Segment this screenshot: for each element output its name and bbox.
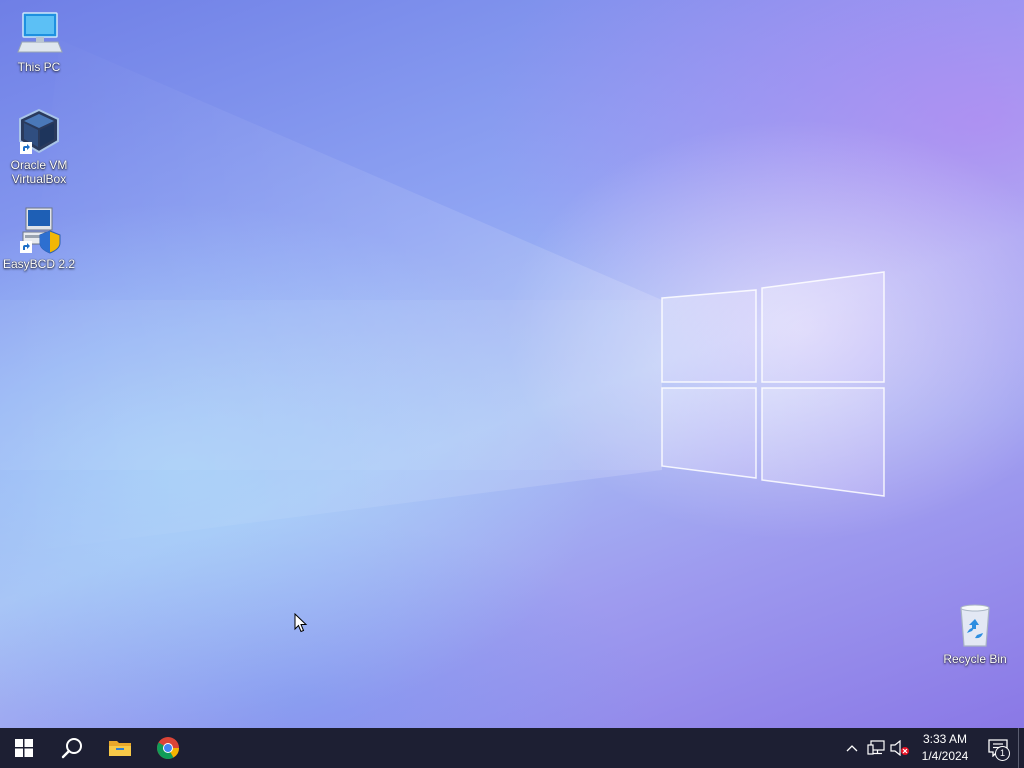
volume-button[interactable] (888, 728, 912, 768)
desktop-icon-label: Recycle Bin (943, 652, 1007, 666)
recycle-bin-icon (950, 600, 1000, 650)
windows-logo-icon (15, 739, 33, 757)
mouse-cursor-icon (294, 613, 308, 633)
chevron-up-icon (846, 745, 858, 752)
network-icon (867, 740, 885, 755)
desktop[interactable]: This PC Oracle VM VirtualBox EasyBCD 2.2… (0, 0, 1024, 728)
virtualbox-cube-icon (14, 106, 64, 156)
file-explorer-button[interactable] (96, 728, 144, 768)
taskbar: 3:33 AM 1/4/2024 1 (0, 728, 1024, 768)
wallpaper-windows-logo (0, 40, 885, 555)
desktop-icon-virtualbox[interactable]: Oracle VM VirtualBox (1, 106, 77, 186)
system-tray: 3:33 AM 1/4/2024 1 (840, 728, 1024, 768)
shortcut-arrow-icon (20, 241, 32, 253)
desktop-icon-label: This PC (17, 60, 61, 74)
clock-button[interactable]: 3:33 AM 1/4/2024 (912, 728, 978, 768)
search-button[interactable] (48, 728, 96, 768)
clock-date: 1/4/2024 (921, 749, 969, 763)
start-button[interactable] (0, 728, 48, 768)
network-button[interactable] (864, 728, 888, 768)
shortcut-arrow-icon (20, 142, 32, 154)
computer-icon (14, 8, 64, 58)
desktop-icon-easybcd[interactable]: EasyBCD 2.2 (1, 205, 77, 271)
volume-muted-icon (890, 740, 909, 756)
chrome-button[interactable] (144, 728, 192, 768)
clock-time: 3:33 AM (922, 732, 968, 746)
chrome-icon (157, 737, 179, 759)
desktop-icon-recycle-bin[interactable]: Recycle Bin (937, 600, 1013, 666)
desktop-icon-label: EasyBCD 2.2 (2, 257, 76, 271)
folder-icon (109, 741, 131, 756)
action-center-button[interactable]: 1 (978, 728, 1018, 768)
desktop-icon-label: Oracle VM VirtualBox (10, 158, 68, 186)
desktop-icon-this-pc[interactable]: This PC (1, 8, 77, 74)
search-icon (61, 738, 82, 759)
easybcd-icon (14, 205, 64, 255)
notification-count-badge: 1 (995, 746, 1010, 761)
show-desktop-button[interactable] (1018, 728, 1024, 768)
show-hidden-icons-button[interactable] (840, 728, 864, 768)
